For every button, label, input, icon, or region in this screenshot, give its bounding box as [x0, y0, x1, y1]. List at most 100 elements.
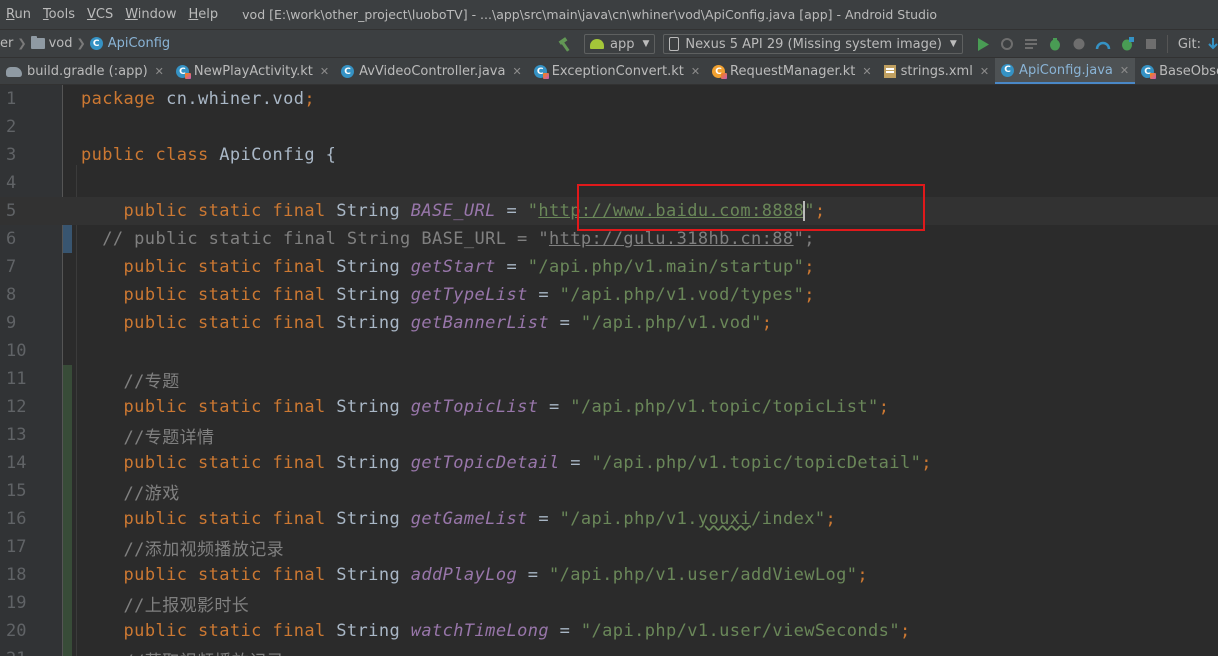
code-line[interactable]: 8 public static final String getTypeList…	[0, 281, 1218, 309]
profile-button[interactable]	[1068, 33, 1090, 55]
attach-debugger-button[interactable]	[1092, 33, 1114, 55]
java-class-icon: C	[341, 65, 355, 78]
code-line[interactable]: 3 public class ApiConfig {	[0, 141, 1218, 169]
tab-newplayactivity-kt[interactable]: C NewPlayActivity.kt ✕	[170, 58, 335, 84]
line-number: 8	[6, 285, 17, 305]
gradle-icon	[6, 66, 22, 77]
code-line[interactable]: 9 public static final String getBannerLi…	[0, 309, 1218, 337]
play-icon	[977, 37, 989, 51]
main-toolbar: app ▼ Nexus 5 API 29 (Missing system ima…	[558, 30, 1218, 58]
run-configuration-label: app	[610, 36, 635, 52]
code-line[interactable]: 16 public static final String getGameLis…	[0, 505, 1218, 533]
tab-avvideocontroller-java[interactable]: C AvVideoController.java ✕	[335, 58, 528, 84]
code-line[interactable]: 18 public static final String addPlayLog…	[0, 561, 1218, 589]
code-text: public static final String watchTimeLong…	[123, 621, 911, 641]
tab-apiconfig-java[interactable]: C ApiConfig.java ✕	[995, 58, 1136, 84]
code-text: public static final String getGameList =…	[123, 509, 837, 529]
run-button[interactable]	[972, 33, 994, 55]
run-with-coverage-button[interactable]	[1116, 33, 1138, 55]
debug-button[interactable]	[1044, 33, 1066, 55]
line-number: 12	[6, 397, 27, 417]
close-icon[interactable]: ✕	[980, 65, 989, 78]
code-text: //专题详情	[81, 427, 215, 448]
chevron-right-icon: ❯	[76, 37, 86, 50]
close-icon[interactable]: ✕	[862, 65, 871, 78]
menu-vcs[interactable]: VCS	[81, 7, 119, 22]
code-line[interactable]: 14 public static final String getTopicDe…	[0, 449, 1218, 477]
code-line[interactable]: 19 //上报观影时长	[0, 589, 1218, 617]
code-line[interactable]: 11 //专题	[0, 365, 1218, 393]
code-line[interactable]: 15 //游戏	[0, 477, 1218, 505]
arrow-down-icon	[1208, 38, 1218, 50]
run-configuration-select[interactable]: app ▼	[584, 34, 656, 54]
code-line[interactable]: 7 public static final String getStart = …	[0, 253, 1218, 281]
line-number: 15	[6, 481, 27, 501]
tab-requestmanager-kt[interactable]: C RequestManager.kt ✕	[706, 58, 878, 84]
code-text: //获取视频播放记录	[81, 647, 284, 656]
code-line[interactable]: 17 //添加视频播放记录	[0, 533, 1218, 561]
apply-code-changes-button[interactable]	[1020, 33, 1042, 55]
code-line[interactable]: 10	[0, 337, 1218, 365]
code-text: public static final String getBannerList…	[123, 313, 773, 333]
code-line[interactable]: 12 public static final String getTopicLi…	[0, 393, 1218, 421]
menu-help[interactable]: Help	[183, 7, 225, 22]
tab-label: NewPlayActivity.kt	[193, 64, 313, 79]
close-icon[interactable]: ✕	[155, 65, 164, 78]
menu-run[interactable]: Run	[0, 7, 37, 22]
close-icon[interactable]: ✕	[512, 65, 521, 78]
code-line[interactable]: 2	[0, 113, 1218, 141]
code-text: public static final String addPlayLog = …	[123, 565, 869, 585]
profiler-icon	[1073, 38, 1085, 50]
line-number: 5	[6, 201, 17, 221]
list-icon	[1024, 39, 1037, 49]
bug-icon	[1049, 38, 1060, 51]
code-text: //游戏	[81, 483, 180, 504]
menu-window[interactable]: Window	[119, 7, 182, 22]
gauge-icon	[1095, 41, 1111, 50]
line-number: 20	[6, 621, 27, 641]
code-line[interactable]: 1 package cn.whiner.vod;	[0, 85, 1218, 113]
menu-label-rest: indow	[137, 7, 177, 22]
menu-bar: Run Tools VCS Window Help vod [E:\work\other…	[0, 0, 1218, 29]
stop-icon	[1145, 39, 1156, 49]
code-text: public class ApiConfig {	[81, 145, 337, 165]
stop-button[interactable]	[1140, 33, 1162, 55]
kotlin-object-icon: C	[712, 65, 728, 79]
code-line[interactable]: 20 public static final String watchTimeL…	[0, 617, 1218, 645]
line-number: 7	[6, 257, 17, 277]
chevron-down-icon: ▼	[949, 39, 957, 49]
menu-mnemonic: H	[188, 7, 199, 22]
code-line[interactable]: 13 //专题详情	[0, 421, 1218, 449]
code-text: //添加视频播放记录	[81, 539, 285, 560]
tab-label: BaseObserver.kt	[1159, 64, 1218, 79]
line-number: 19	[6, 593, 27, 613]
kotlin-class-icon: C	[175, 65, 191, 79]
code-line[interactable]: 21 //获取视频播放记录	[0, 645, 1218, 656]
tab-exceptionconvert-kt[interactable]: C ExceptionConvert.kt ✕	[528, 58, 706, 84]
code-text: public static final String getTopicList …	[123, 397, 890, 417]
code-editor[interactable]: 1 package cn.whiner.vod; 2 3 public class Ap…	[0, 85, 1218, 656]
tab-strings-xml[interactable]: strings.xml ✕	[878, 58, 995, 84]
tab-label: ApiConfig.java	[1019, 62, 1113, 78]
menu-tools[interactable]: Tools	[37, 7, 81, 22]
git-update-button[interactable]	[1202, 33, 1218, 55]
tab-baseobserver-kt[interactable]: CBaseObserver.kt✕	[1135, 58, 1218, 84]
device-select[interactable]: Nexus 5 API 29 (Missing system image) ▼	[663, 34, 963, 54]
breadcrumb-item-project[interactable]: er	[0, 36, 13, 51]
breadcrumb-item-file[interactable]: ApiConfig	[108, 36, 170, 51]
apply-changes-button[interactable]	[996, 33, 1018, 55]
tab-label: strings.xml	[900, 64, 973, 79]
highlight-annotation-box	[577, 184, 925, 231]
close-icon[interactable]: ✕	[1120, 64, 1129, 77]
code-text: //上报观影时长	[81, 595, 250, 616]
hammer-icon[interactable]	[558, 36, 574, 52]
code-text: public static final String getTopicDetai…	[123, 453, 932, 473]
tab-build-gradle-app[interactable]: build.gradle (:app) ✕	[0, 58, 170, 84]
close-icon[interactable]: ✕	[691, 65, 700, 78]
java-class-icon: C	[89, 37, 103, 50]
close-icon[interactable]: ✕	[320, 65, 329, 78]
breadcrumb-item-module[interactable]: vod	[49, 36, 73, 51]
java-class-icon: C	[1001, 63, 1015, 77]
line-number: 17	[6, 537, 27, 557]
git-label: Git:	[1177, 36, 1201, 52]
